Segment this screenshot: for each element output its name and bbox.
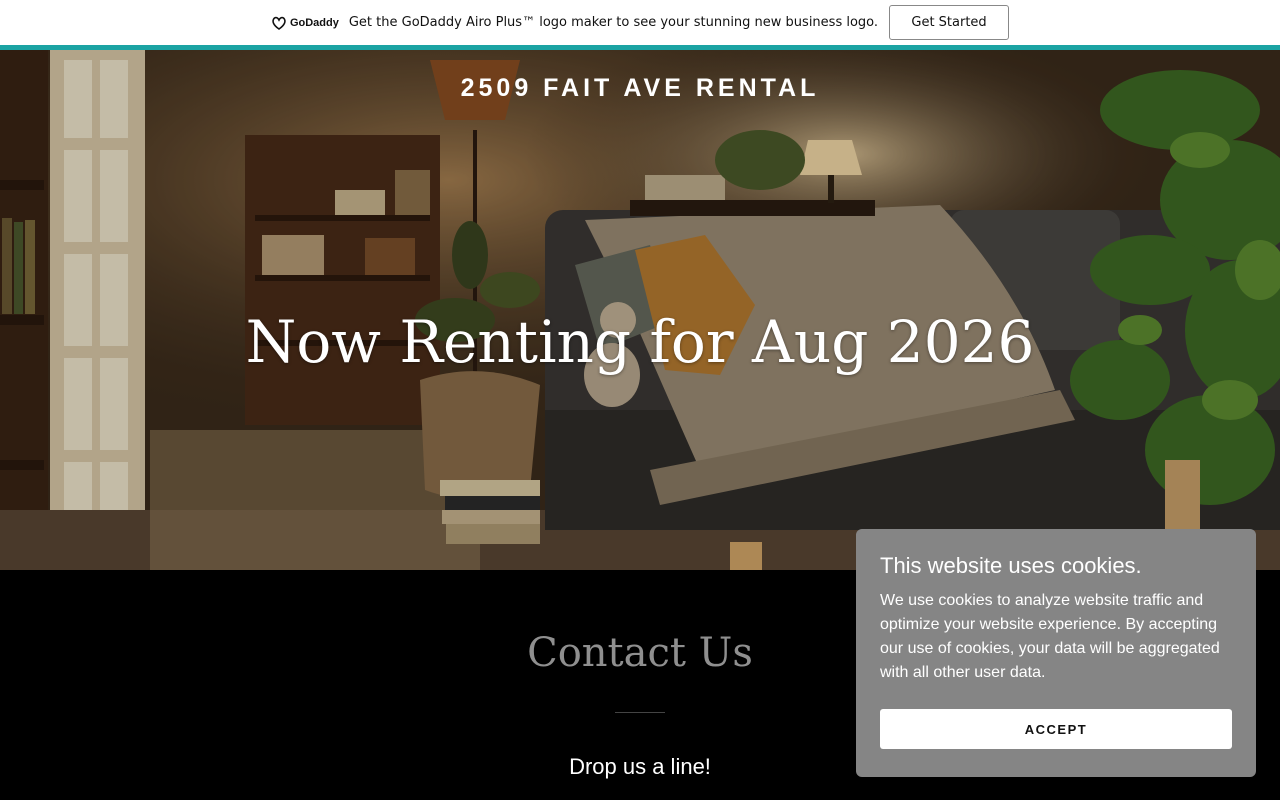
site-title[interactable]: 2509 FAIT AVE RENTAL <box>0 74 1280 103</box>
promo-banner: GoDaddy Get the GoDaddy Airo Plus™ logo … <box>0 0 1280 45</box>
hero-section: 2509 FAIT AVE RENTAL Now Renting for Aug… <box>0 50 1280 570</box>
godaddy-brand-text: GoDaddy <box>289 16 339 29</box>
accept-cookies-button[interactable]: ACCEPT <box>880 709 1232 749</box>
cookie-message: We use cookies to analyze website traffi… <box>880 592 1220 681</box>
promo-message: Get the GoDaddy Airo Plus™ logo maker to… <box>348 15 879 30</box>
get-started-button[interactable]: Get Started <box>889 5 1010 40</box>
godaddy-logo[interactable]: GoDaddy <box>271 16 339 30</box>
hero-headline: Now Renting for Aug 2026 <box>245 308 1035 376</box>
cookie-title: This website uses cookies. <box>880 553 1142 578</box>
section-divider <box>615 712 665 713</box>
godaddy-logo-icon <box>272 16 286 30</box>
cookie-banner: This website uses cookies. We use cookie… <box>856 529 1256 777</box>
